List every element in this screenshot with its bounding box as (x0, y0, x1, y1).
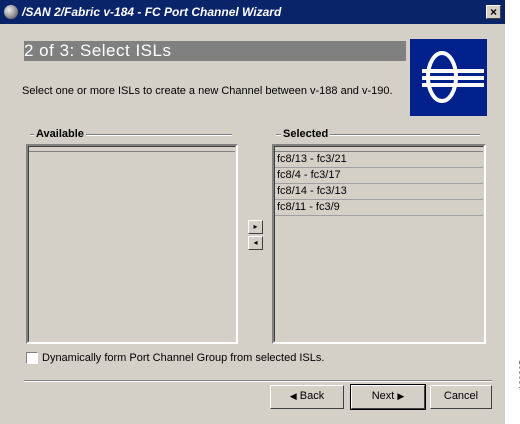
list-item[interactable]: fc8/4 - fc3/17 (275, 168, 483, 184)
step-title: 2 of 3: Select ISLs (24, 41, 406, 61)
title-bar[interactable]: /SAN 2/Fabric v-184 - FC Port Channel Wi… (0, 0, 505, 24)
cisco-logo-icon (410, 39, 487, 116)
available-label: Available (34, 128, 86, 140)
selected-list[interactable]: fc8/13 - fc3/21 fc8/4 - fc3/17 fc8/14 - … (272, 144, 486, 344)
back-button[interactable]: ◀ Back (270, 385, 344, 409)
dynamic-port-channel-label: Dynamically form Port Channel Group from… (42, 352, 325, 364)
app-globe-icon (4, 5, 18, 19)
wizard-window: /SAN 2/Fabric v-184 - FC Port Channel Wi… (0, 0, 505, 424)
close-button[interactable]: × (486, 5, 501, 19)
next-button[interactable]: Next ▶ (350, 384, 426, 410)
available-list[interactable] (26, 144, 238, 344)
cancel-button[interactable]: Cancel (430, 385, 492, 409)
window-title: /SAN 2/Fabric v-184 - FC Port Channel Wi… (22, 5, 282, 19)
back-arrow-icon: ◀ (289, 391, 297, 401)
bottom-divider (24, 380, 492, 382)
list-item[interactable]: fc8/14 - fc3/13 (275, 184, 483, 200)
remove-isl-button[interactable]: ◂ (248, 236, 263, 250)
next-button-label: Next (371, 390, 395, 402)
selected-label: Selected (281, 128, 331, 140)
next-arrow-icon: ▶ (397, 391, 405, 401)
instruction-text: Select one or more ISLs to create a new … (22, 85, 393, 97)
wizard-content: 2 of 3: Select ISLs Select one or more I… (0, 24, 505, 424)
dynamic-port-channel-checkbox[interactable] (26, 352, 38, 364)
available-list-header (29, 147, 235, 152)
list-item[interactable]: fc8/11 - fc3/9 (275, 200, 483, 216)
add-isl-button[interactable]: ▸ (248, 220, 263, 234)
back-button-label: Back (299, 390, 325, 402)
list-item[interactable]: fc8/13 - fc3/21 (275, 152, 483, 168)
